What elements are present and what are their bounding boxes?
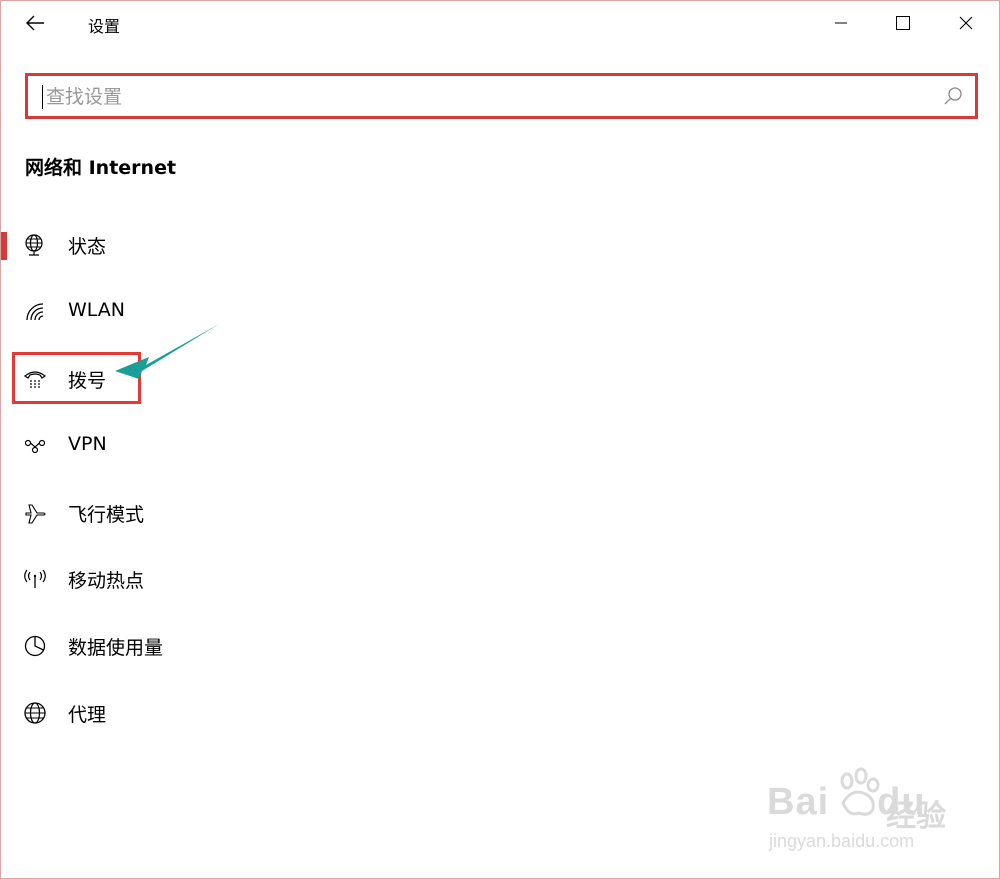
airplane-icon <box>23 501 47 525</box>
globe-icon <box>23 701 47 725</box>
maximize-button[interactable] <box>880 7 926 39</box>
title-bar: 设置 <box>1 1 999 47</box>
annotation-arrow-icon <box>115 324 219 379</box>
wifi-icon <box>23 300 47 324</box>
nav-item-proxy[interactable]: 代理 <box>1 691 401 735</box>
nav-item-mobile-hotspot[interactable]: 移动热点 <box>1 557 401 601</box>
nav-item-status[interactable]: 状态 <box>1 223 401 267</box>
nav-item-vpn[interactable]: VPN <box>1 424 401 468</box>
minimize-icon <box>835 22 847 24</box>
search-icon[interactable] <box>943 86 963 106</box>
search-input[interactable] <box>44 82 928 112</box>
text-caret <box>42 85 43 109</box>
close-icon <box>959 16 973 30</box>
nav-label: VPN <box>68 433 107 455</box>
back-arrow-icon <box>26 15 44 31</box>
back-button[interactable] <box>15 7 55 39</box>
search-box[interactable] <box>25 73 978 119</box>
data-usage-icon <box>23 634 47 658</box>
close-button[interactable] <box>943 7 989 39</box>
nav-label: 移动热点 <box>68 570 145 592</box>
status-globe-icon <box>23 233 47 257</box>
nav-item-airplane-mode[interactable]: 飞行模式 <box>1 491 401 535</box>
section-title: 网络和 Internet <box>25 157 177 179</box>
nav-label: WLAN <box>68 299 126 321</box>
maximize-icon <box>896 16 910 30</box>
settings-window: 设置 网络和 Internet <box>0 0 1000 879</box>
nav-label: 代理 <box>68 704 107 726</box>
baidu-watermark: Bai du 经验 jingyan.baidu.com <box>761 763 951 863</box>
nav-label: 飞行模式 <box>68 504 145 526</box>
minimize-button[interactable] <box>818 7 864 39</box>
nav-label: 状态 <box>68 236 107 258</box>
nav-item-data-usage[interactable]: 数据使用量 <box>1 624 401 668</box>
nav-label: 数据使用量 <box>68 637 164 659</box>
watermark-cn: 经验 <box>886 799 946 834</box>
vpn-icon <box>23 434 47 458</box>
hotspot-icon <box>23 567 47 591</box>
window-title: 设置 <box>88 17 121 36</box>
watermark-url: jingyan.baidu.com <box>769 831 915 851</box>
active-indicator <box>1 232 7 260</box>
